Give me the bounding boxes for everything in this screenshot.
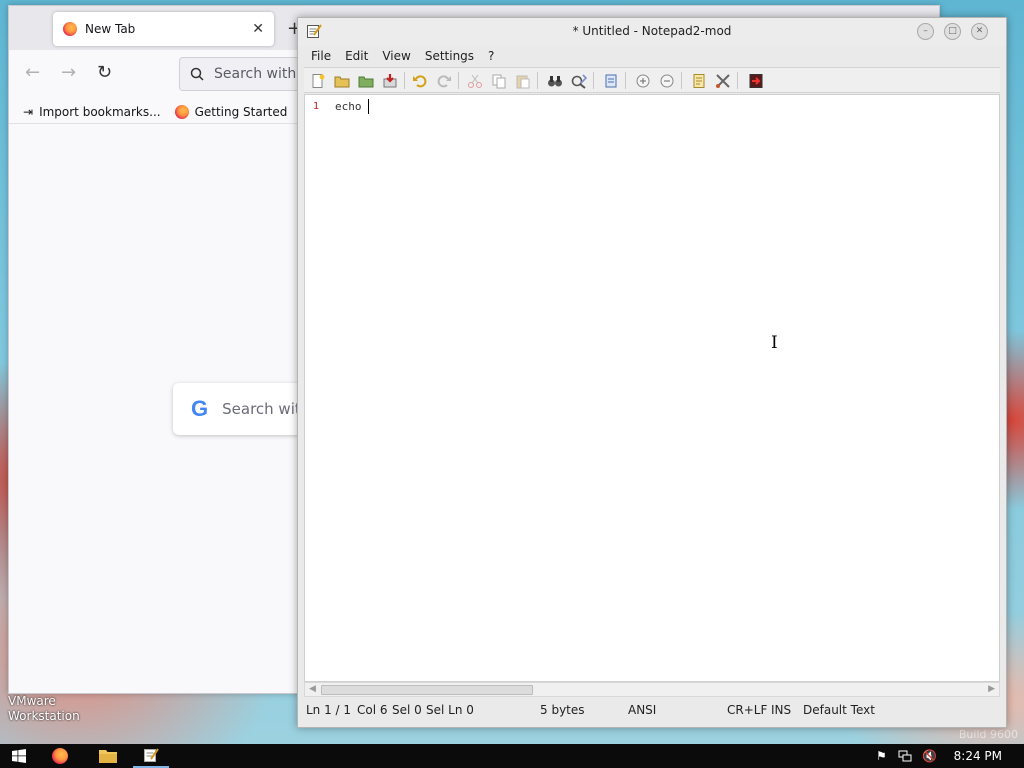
status-line: Ln 1 / 1: [306, 703, 352, 717]
status-column: Col 6: [357, 703, 388, 717]
forward-arrow-icon[interactable]: →: [61, 62, 76, 83]
menu-edit[interactable]: Edit: [338, 49, 375, 63]
exit-icon[interactable]: [747, 72, 764, 89]
firefox-icon: [174, 104, 189, 119]
ibeam-cursor-icon: I: [771, 333, 778, 353]
zoom-out-icon[interactable]: [658, 72, 675, 89]
firefox-icon: [52, 748, 68, 764]
toolbar-separator: [593, 72, 594, 89]
bookmark-label: Import bookmarks...: [39, 104, 161, 119]
google-icon: G: [191, 396, 209, 421]
zoom-in-icon[interactable]: [634, 72, 651, 89]
scrollbar-thumb[interactable]: [321, 685, 533, 695]
window-title: * Untitled - Notepad2-mod: [572, 24, 732, 38]
menu-settings[interactable]: Settings: [418, 49, 481, 63]
bookmark-import[interactable]: ⇥ Import bookmarks...: [23, 105, 161, 119]
line-number: 1: [313, 101, 320, 112]
editor-text: echo: [335, 100, 369, 113]
toolbar-separator: [681, 72, 682, 89]
paste-icon[interactable]: [514, 72, 531, 89]
line-number-gutter: 1: [305, 95, 327, 681]
build-watermark: Build 9600: [958, 728, 1018, 741]
search-icon: [190, 67, 204, 81]
minimize-button[interactable]: –: [917, 23, 934, 40]
vmware-workstation-label: VMware Workstation: [8, 694, 80, 723]
redo-icon[interactable]: [435, 72, 452, 89]
close-button[interactable]: ✕: [971, 23, 988, 40]
tab-new-tab[interactable]: New Tab ✕: [53, 12, 274, 46]
taskbar-notepad2[interactable]: [133, 744, 169, 768]
status-insert-mode: INS: [771, 703, 792, 717]
new-file-icon[interactable]: [309, 72, 326, 89]
scroll-right-arrow-icon[interactable]: ▶: [988, 684, 995, 694]
flag-icon[interactable]: ⚑: [876, 749, 887, 763]
menu-help[interactable]: ?: [481, 49, 501, 63]
clock[interactable]: 8:24 PM: [954, 749, 1002, 763]
replace-icon[interactable]: [570, 72, 587, 89]
horizontal-scrollbar[interactable]: ◀ ▶: [304, 682, 1000, 697]
taskbar-firefox[interactable]: [42, 744, 78, 768]
network-icon[interactable]: [898, 750, 912, 762]
status-selection: Sel 0: [392, 703, 422, 717]
status-encoding[interactable]: ANSI: [628, 703, 656, 717]
scroll-left-arrow-icon[interactable]: ◀: [309, 684, 316, 694]
undo-icon[interactable]: [411, 72, 428, 89]
toolbar: [304, 67, 1000, 93]
file-explorer-icon: [99, 750, 117, 763]
text-caret: [368, 99, 369, 114]
bookmark-label: Getting Started: [194, 104, 288, 119]
tab-title: New Tab: [85, 22, 136, 36]
volume-muted-icon[interactable]: 🔇: [922, 749, 937, 763]
menu-view[interactable]: View: [375, 49, 417, 63]
status-bar: Ln 1 / 1 Col 6 Sel 0 Sel Ln 0 5 bytes AN…: [298, 700, 1006, 722]
menu-file[interactable]: File: [304, 49, 338, 63]
status-line-ending[interactable]: CR+LF: [727, 703, 767, 717]
scheme-icon[interactable]: [690, 72, 707, 89]
toolbar-separator: [625, 72, 626, 89]
editor-area[interactable]: 1 echo I: [304, 94, 1000, 682]
status-scheme[interactable]: Default Text: [803, 703, 875, 717]
notepad2-icon: [144, 748, 159, 762]
import-icon: ⇥: [23, 104, 34, 119]
maximize-button[interactable]: □: [944, 23, 961, 40]
taskbar: ⚑ 🔇 8:24 PM: [0, 744, 1024, 768]
toolbar-separator: [404, 72, 405, 89]
menu-bar: File Edit View Settings ?: [304, 46, 1000, 66]
copy-icon[interactable]: [490, 72, 507, 89]
open-file-icon[interactable]: [333, 72, 350, 89]
browse-icon[interactable]: [357, 72, 374, 89]
bookmark-getting-started[interactable]: Getting Started: [174, 104, 288, 119]
tab-close-icon[interactable]: ✕: [252, 21, 264, 37]
save-icon[interactable]: [381, 72, 398, 89]
notepad2-window: * Untitled - Notepad2-mod – □ ✕ File Edi…: [297, 17, 1007, 728]
taskbar-file-explorer[interactable]: [90, 744, 126, 768]
toolbar-separator: [458, 72, 459, 89]
firefox-icon: [63, 22, 77, 36]
start-icon[interactable]: [12, 749, 26, 763]
customize-icon[interactable]: [714, 72, 731, 89]
cut-icon[interactable]: [466, 72, 483, 89]
reload-icon[interactable]: ↻: [97, 62, 112, 83]
back-arrow-icon[interactable]: ←: [25, 62, 40, 83]
toolbar-separator: [737, 72, 738, 89]
find-icon[interactable]: [546, 72, 563, 89]
status-selected-lines: Sel Ln 0: [426, 703, 474, 717]
word-wrap-icon[interactable]: [602, 72, 619, 89]
toolbar-separator: [537, 72, 538, 89]
status-size: 5 bytes: [540, 703, 585, 717]
title-bar[interactable]: * Untitled - Notepad2-mod – □ ✕: [298, 18, 1006, 46]
